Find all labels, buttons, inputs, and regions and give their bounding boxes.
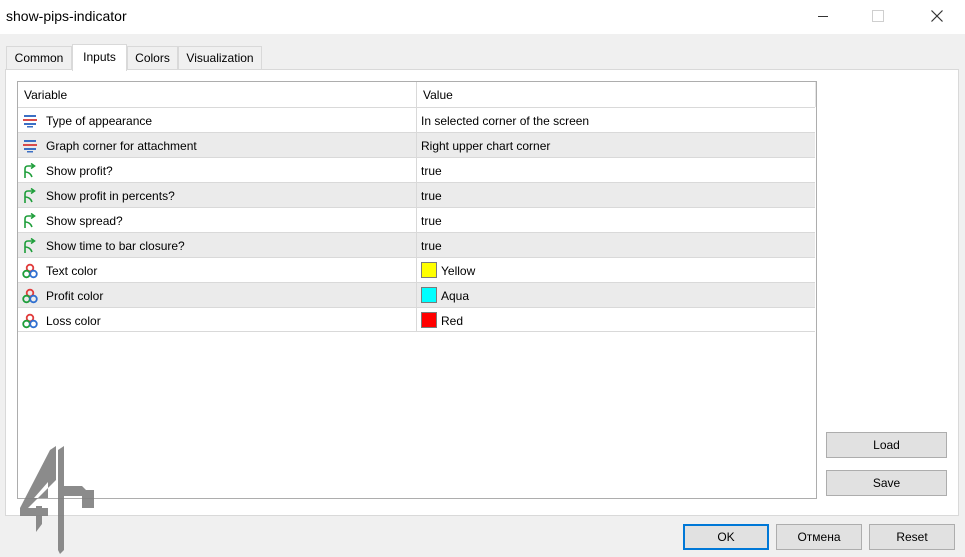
title-bar: show-pips-indicator	[0, 0, 965, 34]
tab-inputs[interactable]: Inputs	[72, 44, 127, 71]
variable-name: Text color	[46, 264, 98, 278]
column-divider	[815, 82, 816, 107]
value-cell[interactable]: true	[421, 214, 442, 228]
variable-name: Type of appearance	[46, 114, 153, 128]
variable-name: Show time to bar closure?	[46, 239, 185, 253]
variable-name: Profit color	[46, 289, 104, 303]
value-cell[interactable]: Right upper chart corner	[421, 139, 550, 153]
variable-name: Graph corner for attachment	[46, 139, 197, 153]
ok-button[interactable]: OK	[683, 524, 769, 550]
tab-common[interactable]: Common	[6, 46, 72, 69]
inputs-grid[interactable]: Variable Value Type of appearance In sel…	[17, 81, 817, 499]
enum-icon	[23, 140, 37, 153]
variable-name: Show profit in percents?	[46, 189, 175, 203]
column-header-variable[interactable]: Variable	[24, 88, 67, 102]
value-cell[interactable]: Red	[441, 314, 463, 328]
bool-icon	[24, 188, 36, 203]
color-icon	[22, 263, 38, 279]
value-cell[interactable]: true	[421, 164, 442, 178]
value-cell[interactable]: true	[421, 239, 442, 253]
minimize-icon	[818, 16, 828, 17]
bool-icon	[24, 213, 36, 228]
tab-colors[interactable]: Colors	[127, 46, 178, 69]
color-icon	[22, 288, 38, 304]
window-title: show-pips-indicator	[6, 8, 127, 24]
minimize-button[interactable]	[800, 0, 846, 32]
bool-icon	[24, 238, 36, 253]
value-cell[interactable]: In selected corner of the screen	[421, 114, 589, 128]
color-icon	[22, 313, 38, 329]
color-swatch	[421, 262, 437, 278]
reset-button[interactable]: Reset	[869, 524, 955, 550]
variable-name: Loss color	[46, 314, 101, 328]
enum-icon	[23, 115, 37, 128]
maximize-button	[855, 0, 901, 32]
maximize-icon	[872, 10, 884, 22]
value-cell[interactable]: true	[421, 189, 442, 203]
watermark-logo	[20, 446, 94, 554]
variable-name: Show profit?	[46, 164, 113, 178]
tab-visualization[interactable]: Visualization	[178, 46, 262, 69]
value-cell[interactable]: Aqua	[441, 289, 469, 303]
column-divider	[416, 82, 417, 332]
value-cell[interactable]: Yellow	[441, 264, 475, 278]
close-button[interactable]	[914, 0, 960, 32]
color-swatch	[421, 287, 437, 303]
variable-name: Show spread?	[46, 214, 123, 228]
bool-icon	[24, 163, 36, 178]
cancel-button[interactable]: Отмена	[776, 524, 862, 550]
load-button[interactable]: Load	[826, 432, 947, 458]
column-header-value[interactable]: Value	[423, 88, 453, 102]
close-icon	[931, 10, 943, 22]
save-button[interactable]: Save	[826, 470, 947, 496]
color-swatch	[421, 312, 437, 328]
grid-header: Variable Value	[18, 82, 816, 107]
